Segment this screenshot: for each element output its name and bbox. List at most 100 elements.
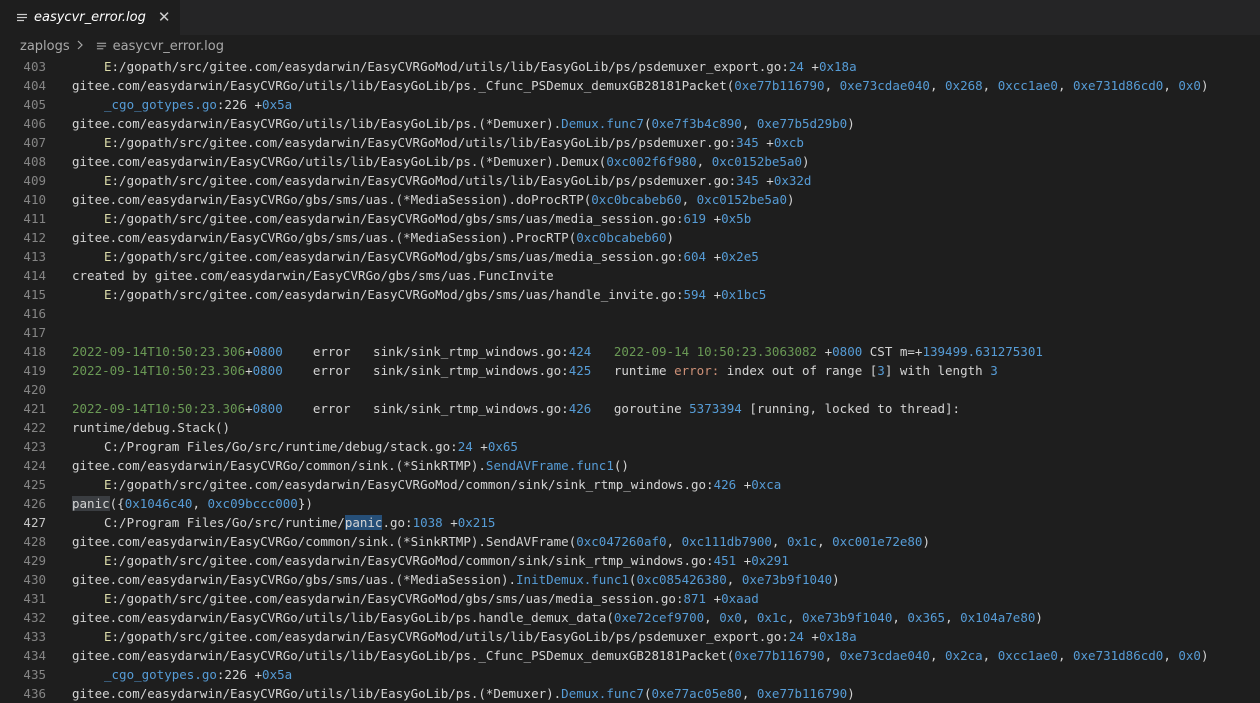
token: 2022-09-14 10:50:23.3063082 (614, 344, 817, 359)
token: , (667, 534, 682, 549)
token: error sink/sink_rtmp_windows.go: (283, 344, 569, 359)
token: + (706, 211, 721, 226)
code-line[interactable]: 415E:/gopath/src/gitee.com/easydarwin/Ea… (0, 285, 1260, 304)
code-editor[interactable]: 403E:/gopath/src/gitee.com/easydarwin/Ea… (0, 57, 1260, 701)
code-line[interactable]: 4192022-09-14T10:50:23.306+0800 error si… (0, 361, 1260, 380)
line-text: E:/gopath/src/gitee.com/easydarwin/EasyC… (72, 171, 811, 190)
line-text: gitee.com/easydarwin/EasyCVRGo/utils/lib… (72, 608, 1043, 627)
token: , (1058, 78, 1073, 93)
tab-label: easycvr_error.log (34, 10, 146, 25)
code-line[interactable]: 403E:/gopath/src/gitee.com/easydarwin/Ea… (0, 57, 1260, 76)
code-line[interactable]: 409E:/gopath/src/gitee.com/easydarwin/Ea… (0, 171, 1260, 190)
code-line[interactable]: 412gitee.com/easydarwin/EasyCVRGo/gbs/sm… (0, 228, 1260, 247)
token: 0x65 (488, 439, 518, 454)
code-line[interactable]: 4212022-09-14T10:50:23.306+0800 error si… (0, 399, 1260, 418)
token: 425 (569, 363, 592, 378)
token: E (104, 553, 112, 568)
code-line[interactable]: 414created by gitee.com/easydarwin/EasyC… (0, 266, 1260, 285)
token: 0xc0bcabeb60 (591, 192, 681, 207)
token: :/gopath/src/gitee.com/easydarwin/EasyCV… (112, 591, 684, 606)
breadcrumb: zaplogs easycvr_error.log (0, 35, 1260, 57)
token: + (706, 591, 721, 606)
line-text: 2022-09-14T10:50:23.306+0800 error sink/… (72, 361, 998, 380)
code-line[interactable]: 411E:/gopath/src/gitee.com/easydarwin/Ea… (0, 209, 1260, 228)
code-line[interactable]: 406gitee.com/easydarwin/EasyCVRGo/utils/… (0, 114, 1260, 133)
code-line[interactable]: 432gitee.com/easydarwin/EasyCVRGo/utils/… (0, 608, 1260, 627)
line-text: gitee.com/easydarwin/EasyCVRGo/common/si… (72, 456, 629, 475)
line-number: 433 (0, 627, 72, 646)
code-line[interactable]: 425E:/gopath/src/gitee.com/easydarwin/Ea… (0, 475, 1260, 494)
token: [running, locked to thread]: (742, 401, 960, 416)
code-line[interactable]: 4182022-09-14T10:50:23.306+0800 error si… (0, 342, 1260, 361)
token: Demux.func7 (561, 116, 644, 131)
code-line[interactable]: 417 (0, 323, 1260, 342)
token: , (825, 78, 840, 93)
token: 0800 (253, 363, 283, 378)
tab-bar: easycvr_error.log ✕ (0, 0, 1260, 35)
code-line[interactable]: 413E:/gopath/src/gitee.com/easydarwin/Ea… (0, 247, 1260, 266)
code-line[interactable]: 405_cgo_gotypes.go:226 +0x5a (0, 95, 1260, 114)
code-line[interactable]: 404gitee.com/easydarwin/EasyCVRGo/utils/… (0, 76, 1260, 95)
token: ) (832, 572, 840, 587)
code-line[interactable]: 427C:/Program Files/Go/src/runtime/panic… (0, 513, 1260, 532)
line-text: 2022-09-14T10:50:23.306+0800 error sink/… (72, 399, 960, 418)
line-text: runtime/debug.Stack() (72, 418, 230, 437)
code-line[interactable]: 410gitee.com/easydarwin/EasyCVRGo/gbs/sm… (0, 190, 1260, 209)
line-text: E:/gopath/src/gitee.com/easydarwin/EasyC… (72, 285, 766, 304)
code-line[interactable]: 416 (0, 304, 1260, 323)
token: runtime/debug.Stack() (72, 420, 230, 435)
code-line[interactable]: 435_cgo_gotypes.go:226 +0x5a (0, 665, 1260, 684)
token: 871 (683, 591, 706, 606)
line-number: 404 (0, 76, 72, 95)
line-number: 407 (0, 133, 72, 152)
token: 345 (736, 135, 759, 150)
token: + (804, 59, 819, 74)
breadcrumb-file[interactable]: easycvr_error.log (113, 39, 224, 54)
close-icon[interactable]: ✕ (158, 10, 171, 25)
code-line[interactable]: 431E:/gopath/src/gitee.com/easydarwin/Ea… (0, 589, 1260, 608)
code-line[interactable]: 423C:/Program Files/Go/src/runtime/debug… (0, 437, 1260, 456)
breadcrumb-folder[interactable]: zaplogs (20, 39, 70, 54)
token: 0xe77ac05e80 (652, 686, 742, 701)
token: ) (922, 534, 930, 549)
line-number: 420 (0, 380, 72, 399)
token: InitDemux.func1 (516, 572, 629, 587)
code-line[interactable]: 407E:/gopath/src/gitee.com/easydarwin/Ea… (0, 133, 1260, 152)
code-line[interactable]: 408gitee.com/easydarwin/EasyCVRGo/utils/… (0, 152, 1260, 171)
line-number: 416 (0, 304, 72, 323)
token: , (817, 534, 832, 549)
line-text: panic({0x1046c40, 0xc09bccc000}) (72, 494, 313, 513)
token: _cgo_gotypes.go (104, 667, 217, 682)
token: 3 (990, 363, 998, 378)
token: 424 (569, 344, 592, 359)
line-number: 411 (0, 209, 72, 228)
token: 426 (569, 401, 592, 416)
token: 0xc0bcabeb60 (576, 230, 666, 245)
line-text: E:/gopath/src/gitee.com/easydarwin/EasyC… (72, 475, 781, 494)
token: :/gopath/src/gitee.com/easydarwin/EasyCV… (112, 287, 684, 302)
token: 0xe73cdae040 (840, 78, 930, 93)
code-line[interactable]: 426panic({0x1046c40, 0xc09bccc000}) (0, 494, 1260, 513)
line-number: 419 (0, 361, 72, 380)
code-line[interactable]: 424gitee.com/easydarwin/EasyCVRGo/common… (0, 456, 1260, 475)
token: E (104, 173, 112, 188)
token: index out of range [ (719, 363, 877, 378)
code-line[interactable]: 433E:/gopath/src/gitee.com/easydarwin/Ea… (0, 627, 1260, 646)
token: , (787, 610, 802, 625)
code-line[interactable]: 436gitee.com/easydarwin/EasyCVRGo/utils/… (0, 684, 1260, 703)
tab-easycvr-error-log[interactable]: easycvr_error.log ✕ (0, 0, 180, 35)
token: 0xc002f6f980 (606, 154, 696, 169)
token: 0x2e5 (721, 249, 759, 264)
token: , (192, 496, 207, 511)
token: + (759, 135, 774, 150)
token: 0800 (253, 344, 283, 359)
token: , (1163, 78, 1178, 93)
code-line[interactable]: 429E:/gopath/src/gitee.com/easydarwin/Ea… (0, 551, 1260, 570)
token: panic (72, 496, 110, 511)
code-line[interactable]: 420 (0, 380, 1260, 399)
code-line[interactable]: 430gitee.com/easydarwin/EasyCVRGo/gbs/sm… (0, 570, 1260, 589)
token: .go: (382, 515, 412, 530)
code-line[interactable]: 422runtime/debug.Stack() (0, 418, 1260, 437)
code-line[interactable]: 434gitee.com/easydarwin/EasyCVRGo/utils/… (0, 646, 1260, 665)
code-line[interactable]: 428gitee.com/easydarwin/EasyCVRGo/common… (0, 532, 1260, 551)
